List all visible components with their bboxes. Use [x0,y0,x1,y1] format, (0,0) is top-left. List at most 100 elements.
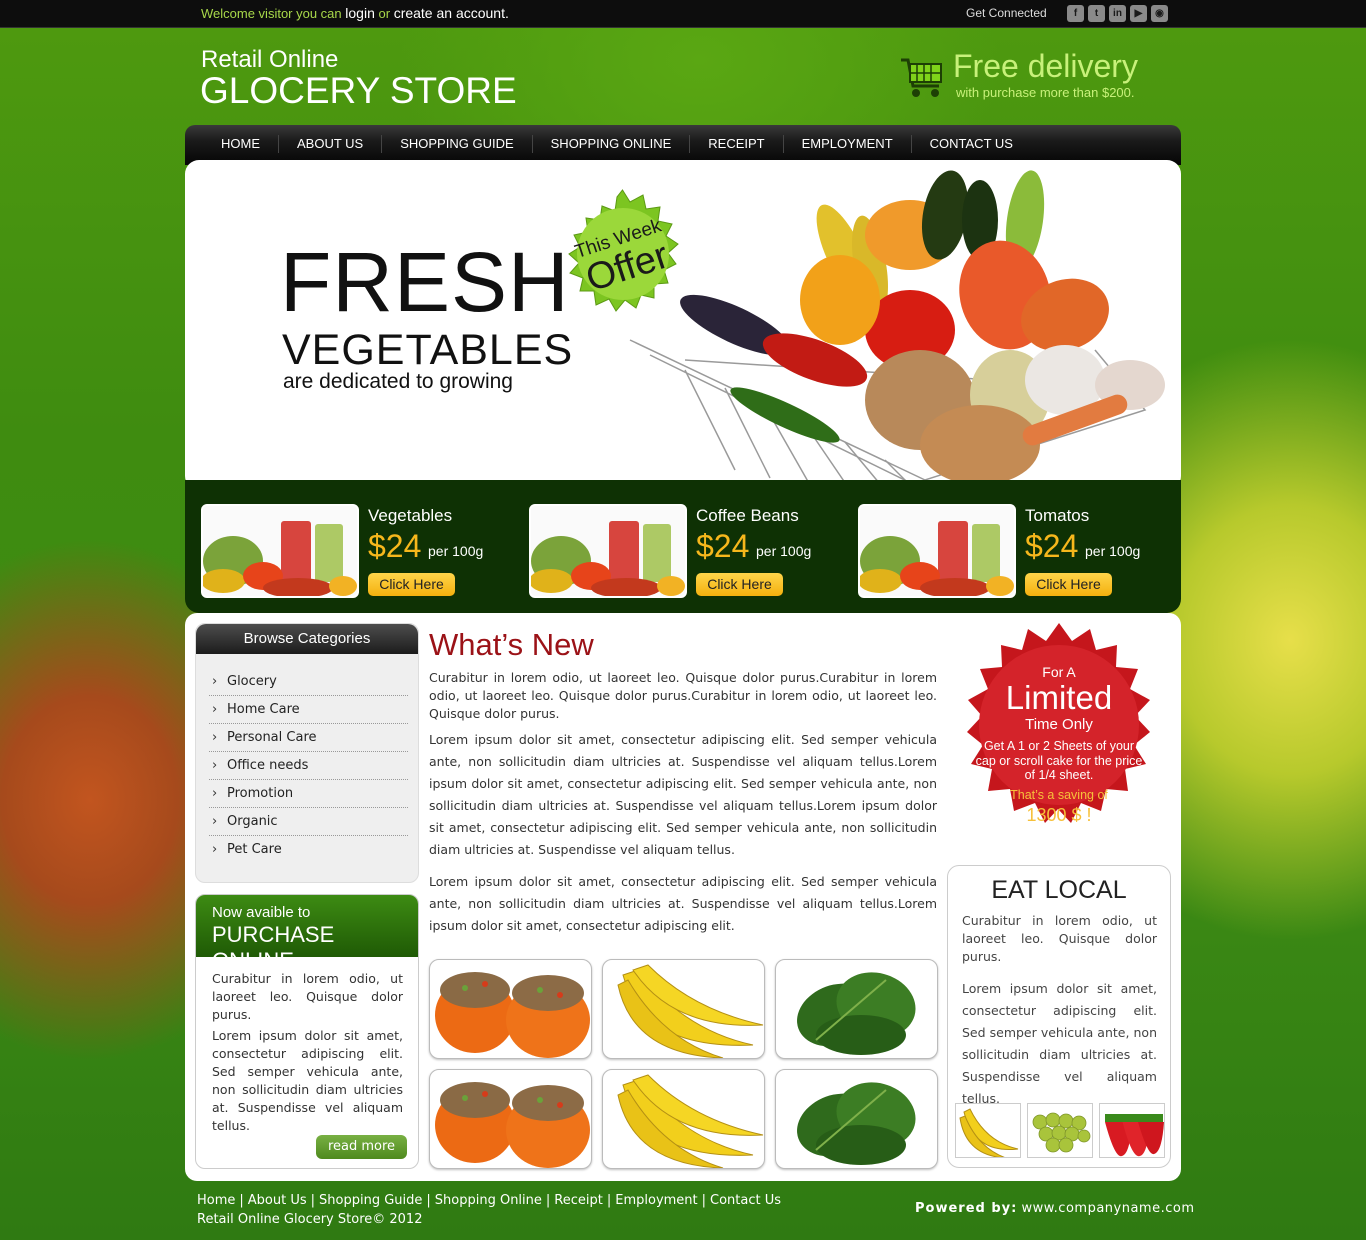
gallery-item-stuffed-peppers[interactable] [429,959,592,1059]
footer-link-contact-us[interactable]: Contact Us [710,1193,781,1208]
youtube-icon[interactable]: ▶ [1130,5,1147,22]
whats-new-para2: Lorem ipsum dolor sit amet, consectetur … [429,874,937,933]
facebook-icon[interactable]: f [1067,5,1084,22]
purchase-online-para2: Lorem ipsum dolor sit amet, consectetur … [212,1028,403,1133]
linkedin-icon[interactable]: in [1109,5,1126,22]
or-text: or [378,6,391,21]
nav-shopping-online[interactable]: SHOPPING ONLINE [533,135,691,153]
click-here-button[interactable]: Click Here [1025,573,1112,596]
nav-contact-us[interactable]: CONTACT US [912,135,1031,153]
chevron-right-icon: › [212,842,218,857]
limited-offer-badge[interactable]: For A Limited Time Only Get A 1 or 2 She… [948,621,1170,847]
gallery-item-stuffed-peppers[interactable] [429,1069,592,1169]
main-nav: HOME ABOUT US SHOPPING GUIDE SHOPPING ON… [185,125,1181,165]
get-connected-label: Get Connected [966,6,1047,20]
gallery-item-spinach[interactable] [775,1069,938,1169]
rss-icon[interactable]: ◉ [1151,5,1168,22]
create-account-link[interactable]: create an account. [394,5,509,21]
limited-description: Get A 1 or 2 Sheets of your cap or scrol… [975,739,1143,782]
featured-products: Vegetables $24 per 100g Click Here Coffe… [185,480,1181,613]
gallery-item-bananas[interactable] [602,959,765,1059]
gallery-item-spinach[interactable] [775,959,938,1059]
category-glocery[interactable]: › Glocery [209,668,408,696]
hero-headline: FRESH [280,235,570,329]
powered-by: Powered by: www.companyname.com [915,1201,1194,1216]
footer-link-home[interactable]: Home [197,1193,235,1208]
hero-subheadline: VEGETABLES [282,326,574,374]
gallery-item-bananas[interactable] [602,1069,765,1169]
thumbnail-bananas[interactable] [955,1103,1021,1158]
footer-link-shopping-guide[interactable]: Shopping Guide [319,1193,422,1208]
nav-shopping-guide[interactable]: SHOPPING GUIDE [382,135,533,153]
click-here-button[interactable]: Click Here [368,573,455,596]
shopping-cart-icon [901,58,942,97]
free-delivery-title: Free delivery [953,48,1138,84]
eat-local-text: Curabitur in lorem odio, ut laoreet leo.… [962,912,1157,1110]
product-unit: per 100g [756,543,812,559]
grapes-image [1032,1112,1091,1153]
nav-home[interactable]: HOME [203,135,279,153]
product-image[interactable] [529,504,687,598]
category-home-care[interactable]: › Home Care [209,696,408,724]
product-title: Coffee Beans [696,506,799,525]
chevron-right-icon: › [212,814,218,829]
click-here-button[interactable]: Click Here [696,573,783,596]
product-price: $24 [696,528,750,564]
welcome-prefix: Welcome visitor you can [201,6,342,21]
product-card: Vegetables $24 per 100g Click Here [201,504,521,599]
category-label: Organic [227,814,278,829]
copyright-text: Retail Online Glocery Store© 2012 [197,1212,423,1227]
category-promotion[interactable]: › Promotion [209,780,408,808]
brand-title[interactable]: GLOCERY STORE [200,70,517,112]
spinach-image [797,972,916,1055]
product-image[interactable] [858,504,1016,598]
category-office-needs[interactable]: › Office needs [209,752,408,780]
product-card: Coffee Beans $24 per 100g Click Here [529,504,849,599]
chevron-right-icon: › [212,730,218,745]
purchase-online-header: Now avaible to PURCHASE ONLINE [196,895,418,973]
nav-about-us[interactable]: ABOUT US [279,135,383,153]
thumbnail-strawberries[interactable] [1099,1103,1165,1158]
category-personal-care[interactable]: › Personal Care [209,724,408,752]
product-image[interactable] [201,504,359,598]
read-more-button[interactable]: read more [316,1135,407,1159]
category-label: Office needs [227,758,309,773]
whats-new-text: Curabitur in lorem odio, ut laoreet leo.… [429,669,937,947]
footer-link-employment[interactable]: Employment [615,1193,697,1208]
category-list: › Glocery › Home Care › Personal Care › Offi… [196,654,418,864]
nav-receipt[interactable]: RECEIPT [690,135,784,153]
eat-local-para2: Lorem ipsum dolor sit amet, consectetur … [962,981,1157,1106]
login-link[interactable]: login [345,5,375,21]
footer-link-receipt[interactable]: Receipt [554,1193,603,1208]
nav-employment[interactable]: EMPLOYMENT [784,135,912,153]
stuffed-peppers-image [435,972,590,1058]
strawberries-image [1105,1114,1164,1157]
limited-saving-label: That’s a saving of [1010,788,1108,802]
powered-by-url[interactable]: www.companyname.com [1021,1201,1194,1216]
category-pet-care[interactable]: › Pet Care [209,836,408,864]
product-price: $24 [368,528,422,564]
category-label: Promotion [227,786,294,801]
product-unit: per 100g [428,543,484,559]
whats-new-para1: Lorem ipsum dolor sit amet, consectetur … [429,732,937,857]
product-unit: per 100g [1085,543,1141,559]
stuffed-peppers-image [435,1082,590,1168]
hero-tagline: are dedicated to growing [283,370,513,393]
thumbnail-grapes[interactable] [1027,1103,1093,1158]
footer-links: Home | About Us | Shopping Guide | Shopping On… [197,1193,782,1208]
category-organic[interactable]: › Organic [209,808,408,836]
chevron-right-icon: › [212,758,218,773]
whats-new-intro: Curabitur in lorem odio, ut laoreet leo.… [429,670,937,721]
footer-link-shopping-online[interactable]: Shopping Online [435,1193,542,1208]
purchase-online-body: Curabitur in lorem odio, ut laoreet leo.… [196,957,418,1135]
powered-by-label: Powered by: [915,1201,1018,1216]
twitter-icon[interactable]: t [1088,5,1105,22]
chevron-right-icon: › [212,702,218,717]
category-label: Home Care [227,702,300,717]
welcome-text: Welcome visitor you can login or create … [201,5,509,21]
spinach-image [797,1082,916,1165]
footer-link-about-us[interactable]: About Us [248,1193,307,1208]
product-card: Tomatos $24 per 100g Click Here [858,504,1178,599]
purchase-online-para1: Curabitur in lorem odio, ut laoreet leo.… [212,971,403,1022]
product-title: Vegetables [368,506,453,525]
